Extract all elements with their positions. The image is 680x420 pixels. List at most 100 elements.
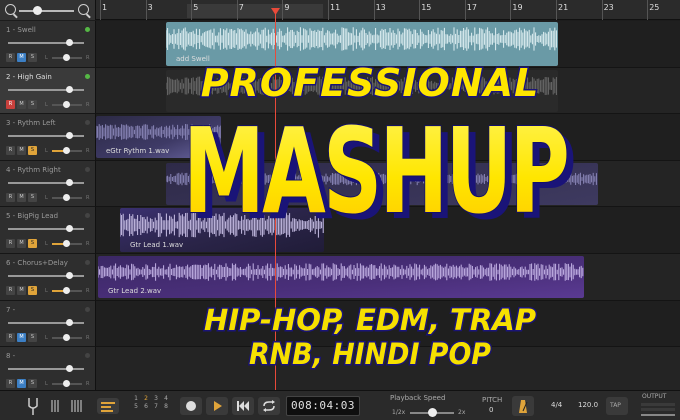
track-lane[interactable]: Gtr Lead 1.wav [96,207,680,254]
solo-button[interactable]: S [28,379,37,389]
pan-knob[interactable] [63,54,70,61]
track-lane[interactable] [96,160,680,208]
playback-speed-knob[interactable] [428,408,437,417]
track-number-button[interactable]: 4 [162,395,170,402]
mute-button[interactable]: M [17,99,26,109]
pan-knob[interactable] [63,193,70,201]
track-lane[interactable] [96,67,680,115]
timeline-ruler[interactable]: 1 3 5 7 9 11 13 15 17 19 21 23 25 [96,0,680,20]
record-arm-button[interactable]: R [6,146,15,156]
zoom-out-icon[interactable] [5,4,16,15]
track-volume-knob[interactable] [66,39,73,46]
track-number-button[interactable]: 6 [142,403,150,410]
track-name[interactable]: 1 - Swell [6,26,36,34]
mute-button[interactable]: M [17,53,26,62]
mute-button[interactable]: M [17,192,26,202]
mute-button[interactable]: M [17,379,26,389]
loop-region[interactable] [187,4,323,18]
track-number-button[interactable]: 2 [142,395,150,402]
track-volume-knob[interactable] [66,178,73,186]
solo-button[interactable]: S [28,53,37,62]
audio-clip[interactable]: Gtr Lead 1.wav [120,208,324,253]
metronome-button[interactable] [512,396,534,416]
record-arm-button[interactable]: R [6,99,15,109]
pan-knob[interactable] [63,240,70,248]
zoom-in-icon[interactable] [78,4,89,15]
pan-knob[interactable] [63,380,70,388]
track-volume-knob[interactable] [66,365,73,373]
track-number-button[interactable]: 1 [132,395,140,402]
pan-knob[interactable] [63,147,70,155]
record-arm-button[interactable]: R [6,379,15,389]
pan-knob[interactable] [63,287,70,294]
track-header[interactable]: 1 - Swell R M S L R [0,21,96,68]
track-name[interactable]: 5 - BigPig Lead [6,212,58,220]
track-name[interactable]: 8 - [6,352,15,360]
time-signature[interactable]: 4/4 [551,401,562,409]
track-header[interactable]: 7 - RMSLR [0,300,96,348]
track-header[interactable]: 5 - BigPig Lead R M S L R [0,207,96,254]
audio-clip[interactable]: eGtr Rythm 1.wav [96,116,221,159]
track-volume-knob[interactable] [66,272,73,279]
solo-button[interactable]: S [28,239,37,249]
track-header[interactable]: 3 - Rythm Left R M S L R [0,114,96,161]
track-name[interactable]: 6 - Chorus+Delay [6,259,68,267]
track-lane[interactable]: Gtr Lead 2.wav [96,254,680,301]
record-arm-button[interactable]: R [6,192,15,202]
audio-clip[interactable] [166,162,598,205]
playhead[interactable] [275,8,276,390]
solo-button[interactable]: S [28,286,37,295]
track-name[interactable]: 7 - [6,306,15,314]
pitch-value[interactable]: 0 [489,406,493,414]
track-number-button[interactable]: 8 [162,403,170,410]
track-number-button[interactable]: 3 [152,395,160,402]
track-header[interactable]: 4 - Rythm Right R M S L R [0,160,96,208]
tempo-value[interactable]: 120.0 [578,401,598,409]
audio-clip[interactable]: Gtr Lead 2.wav [98,256,584,298]
pan-knob[interactable] [63,333,70,341]
track-number-button[interactable]: 7 [152,403,160,410]
track-volume-knob[interactable] [66,318,73,326]
ruler-bar-number: 19 [512,3,523,12]
record-arm-button[interactable]: R [6,53,15,62]
track-name[interactable]: 2 - High Gain [6,73,52,81]
track-header[interactable]: 2 - High Gain R M S L R [0,67,96,115]
solo-button[interactable]: S [28,332,37,342]
rewind-button[interactable] [232,397,254,415]
pan-knob[interactable] [63,100,70,108]
track-name[interactable]: 3 - Rythm Left [6,119,55,127]
play-button[interactable] [206,397,228,415]
mute-button[interactable]: M [17,146,26,156]
mixer-icon[interactable] [48,391,88,420]
track-lane[interactable] [96,347,680,394]
track-volume-knob[interactable] [66,225,73,233]
mute-button[interactable]: M [17,332,26,342]
solo-button[interactable]: S [28,192,37,202]
track-header[interactable]: 6 - Chorus+Delay R M S L R [0,254,96,301]
track-name[interactable]: 4 - Rythm Right [6,166,61,174]
tap-tempo-button[interactable]: TAP [606,397,628,415]
audio-clip[interactable]: add Swell [166,22,558,66]
track-select-button[interactable] [97,398,119,414]
loop-button[interactable] [258,397,280,415]
track-lane[interactable]: eGtr Rythm 1.wav [96,114,680,161]
track-number-button[interactable]: 5 [132,403,140,410]
track-volume-knob[interactable] [66,132,73,140]
output-volume-slider[interactable] [641,414,675,416]
solo-button[interactable]: S [28,99,37,109]
record-arm-button[interactable]: R [6,286,15,295]
mute-button[interactable]: M [17,239,26,249]
tuning-fork-icon[interactable] [24,391,42,420]
audio-clip[interactable] [166,69,558,112]
track-header[interactable]: 8 - RMSLR [0,347,96,394]
record-arm-button[interactable]: R [6,332,15,342]
solo-button[interactable]: S [28,146,37,156]
track-lane[interactable] [96,300,680,348]
record-arm-button[interactable]: R [6,239,15,249]
zoom-slider-knob[interactable] [33,6,42,15]
zoom-slider[interactable] [19,10,74,12]
mute-button[interactable]: M [17,286,26,295]
track-volume-knob[interactable] [66,85,73,93]
record-button[interactable] [180,397,202,415]
track-lane[interactable]: add Swell [96,21,680,68]
